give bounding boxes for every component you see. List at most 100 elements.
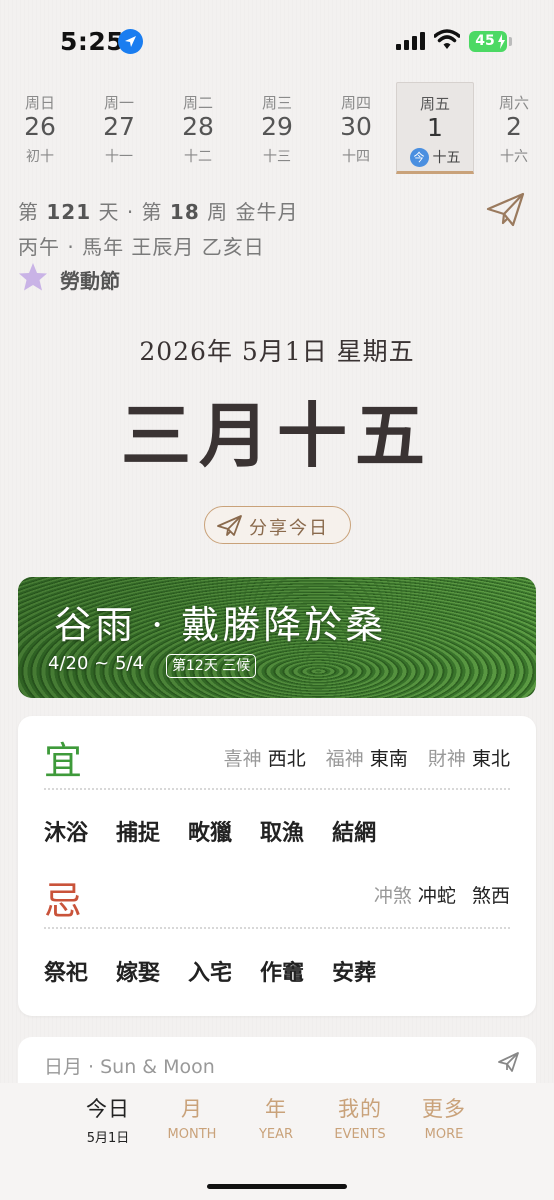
tab-year[interactable]: 年 YEAR	[236, 1093, 316, 1142]
ji-item: 入宅	[188, 961, 233, 986]
day-week-info: 第 121 天 · 第 18 周 金牛月	[18, 196, 298, 225]
tab-month[interactable]: 月 MONTH	[152, 1093, 232, 1142]
day-lunar-row: 今十五	[397, 147, 473, 167]
signal-icon	[396, 32, 426, 50]
yi-item: 結網	[332, 821, 377, 846]
day-lunar: 十二	[184, 149, 212, 165]
sun-moon-card[interactable]: 日月 · Sun & Moon	[18, 1037, 536, 1083]
tab-sublabel: 5月1日	[86, 1131, 130, 1146]
week-day[interactable]: 周三 29 十三	[238, 82, 316, 174]
ji-item: 作竈	[260, 961, 305, 986]
chongsha-info: 冲煞 冲蛇 煞西	[374, 881, 510, 908]
info-text: 天 · 第	[98, 200, 163, 224]
day-weekday: 周五	[419, 95, 450, 113]
ji-item: 安葬	[332, 961, 377, 986]
day-number: 28	[182, 112, 214, 141]
fushen-value: 東南	[369, 748, 408, 770]
day-number: 27	[103, 112, 135, 141]
day-number: 2	[506, 112, 522, 141]
ji-item: 祭祀	[44, 961, 89, 986]
week-day[interactable]: 周一 27 十一	[80, 82, 158, 174]
info-text: 第	[18, 200, 39, 224]
day-weekday: 周三	[261, 94, 292, 112]
ganzhi-info: 丙午 · 馬年 王辰月 乙亥日	[18, 235, 265, 259]
status-bar: 5:25 45	[0, 0, 554, 82]
week-strip: 周日 26 初十 周一 27 十一 周二 28 十二 周三 29 十三 周四 3…	[0, 82, 554, 174]
tab-more[interactable]: 更多 MORE	[404, 1093, 484, 1142]
tab-label: 今日	[86, 1097, 130, 1121]
solar-term-badge: 第12天 三候	[166, 654, 257, 678]
tab-events[interactable]: 我的 EVENTS	[320, 1093, 400, 1142]
day-number: 29	[261, 112, 293, 141]
day-lunar: 十四	[342, 149, 370, 165]
share-label: 分享今日	[249, 518, 329, 539]
star-icon	[19, 263, 47, 291]
location-arrow-icon	[118, 29, 143, 54]
tab-sublabel: MONTH	[167, 1127, 217, 1142]
ji-item: 嫁娶	[116, 961, 161, 986]
day-weekday: 周四	[340, 94, 371, 112]
week-day[interactable]: 周四 30 十四	[317, 82, 395, 174]
xishen-value: 西北	[267, 748, 306, 770]
yi-list: 沐浴 捕捉 畋獵 取漁 結網	[44, 815, 404, 847]
xishen-label: 喜神	[223, 748, 262, 770]
day-weekday: 周日	[24, 94, 55, 112]
tab-label: 我的	[338, 1097, 382, 1121]
tab-today[interactable]: 今日 5月1日	[68, 1093, 148, 1146]
solar-term-banner[interactable]: 谷雨 · 戴勝降於桑 4/20 ~ 5/4 第12天 三候	[18, 577, 536, 698]
caishen-value: 東北	[471, 748, 510, 770]
week-of-year: 18	[169, 200, 200, 224]
info-text: 周 金牛月	[207, 200, 299, 224]
share-today-button[interactable]: 分享今日	[204, 506, 351, 544]
week-day[interactable]: 周六 2 十六	[475, 82, 553, 174]
yi-item: 捕捉	[116, 821, 161, 846]
day-lunar: 初十	[26, 149, 54, 165]
caishen-label: 財神	[427, 748, 466, 770]
sun-moon-title: 日月 · Sun & Moon	[44, 1056, 215, 1078]
day-lunar: 十一	[105, 149, 133, 165]
week-day[interactable]: 周日 26 初十	[1, 82, 79, 174]
day-weekday: 周一	[103, 94, 134, 112]
tab-sublabel: YEAR	[258, 1127, 294, 1142]
status-time: 5:25	[60, 27, 125, 56]
divider	[44, 927, 510, 929]
home-indicator[interactable]	[207, 1184, 347, 1189]
day-number: 1	[427, 113, 443, 142]
week-day-selected[interactable]: 周五 1 今十五	[396, 82, 474, 174]
divider	[44, 788, 510, 790]
yi-char: 宜	[44, 739, 83, 783]
gregorian-date: 2026年 5月1日 星期五	[139, 337, 415, 366]
battery-tip	[509, 37, 512, 46]
yi-item: 沐浴	[44, 821, 89, 846]
lunar-date: 三月十五	[121, 394, 433, 477]
chongsha-label: 冲煞	[373, 885, 412, 907]
day-lunar: 十三	[263, 149, 291, 165]
chong-value: 冲蛇	[417, 885, 456, 907]
battery-level: 45	[475, 33, 495, 49]
solar-term-range: 4/20 ~ 5/4	[48, 653, 144, 674]
paper-plane-icon	[217, 515, 242, 536]
yi-item: 取漁	[260, 821, 305, 846]
solar-term-title: 谷雨 · 戴勝降於桑	[54, 603, 387, 647]
yi-ji-card[interactable]: 宜 喜神 西北 福神 東南 財神 東北 沐浴 捕捉 畋獵 取漁 結網 忌 冲煞 冲蛇 煞…	[18, 716, 536, 1016]
ji-char: 忌	[44, 879, 83, 923]
holiday-label: 勞動節	[60, 269, 120, 293]
tab-sublabel: MORE	[424, 1127, 464, 1142]
yi-item: 畋獵	[188, 821, 233, 846]
deity-directions: 喜神 西北 福神 東南 財神 東北	[224, 744, 510, 771]
sha-value: 煞西	[471, 885, 510, 907]
tab-label: 更多	[422, 1097, 466, 1121]
day-lunar: 十六	[500, 149, 528, 165]
paper-plane-icon[interactable]	[486, 192, 526, 228]
paper-plane-icon[interactable]	[498, 1051, 520, 1073]
tab-bar: 今日 5月1日 月 MONTH 年 YEAR 我的 EVENTS 更多 MORE	[0, 1083, 554, 1200]
wifi-icon	[434, 29, 460, 49]
day-of-year: 121	[46, 200, 92, 224]
tab-label: 月	[181, 1097, 203, 1121]
tab-sublabel: EVENTS	[334, 1127, 386, 1142]
day-number: 26	[24, 112, 56, 141]
tab-label: 年	[265, 1097, 287, 1121]
week-day[interactable]: 周二 28 十二	[159, 82, 237, 174]
ji-list: 祭祀 嫁娶 入宅 作竈 安葬	[44, 955, 404, 987]
battery-icon: 45	[469, 31, 507, 52]
